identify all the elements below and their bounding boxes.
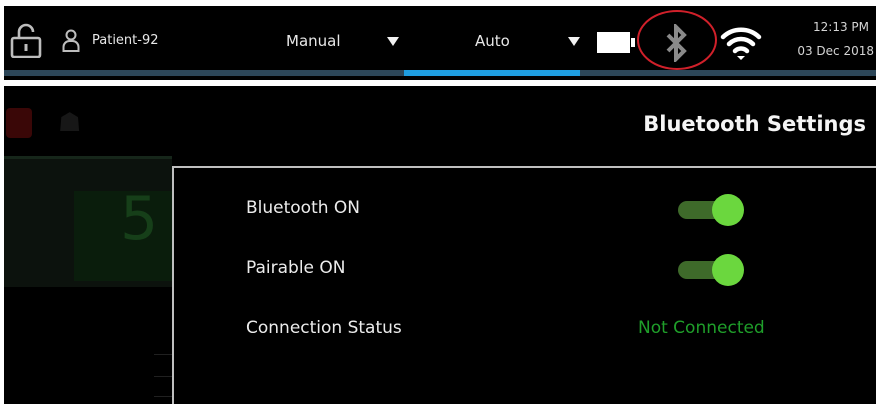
wifi-icon[interactable] bbox=[720, 23, 762, 61]
toggle-knob bbox=[712, 254, 744, 286]
page-title: Bluetooth Settings bbox=[643, 112, 866, 136]
scale-tick bbox=[154, 376, 172, 377]
bluetooth-settings-dialog: Bluetooth ON Pairable ON Connection Stat… bbox=[172, 166, 876, 404]
connection-status-label: Connection Status bbox=[246, 318, 402, 338]
lock-icon[interactable] bbox=[10, 22, 42, 58]
battery-icon bbox=[597, 32, 635, 53]
toggle-knob bbox=[712, 194, 744, 226]
tab-strip bbox=[4, 70, 876, 76]
pairable-on-toggle[interactable] bbox=[674, 254, 746, 286]
connection-status-value: Not Connected bbox=[638, 318, 765, 338]
scale-tick bbox=[154, 354, 172, 355]
scale-tick bbox=[154, 396, 172, 397]
screen: Patient-92 Manual Auto 12:13 PM 03 Dec 2… bbox=[4, 6, 876, 404]
mode-manual-label[interactable]: Manual bbox=[286, 32, 341, 50]
clock-time: 12:13 PM bbox=[813, 20, 869, 34]
alarm-icon bbox=[6, 108, 32, 138]
pairable-on-label: Pairable ON bbox=[246, 258, 346, 278]
bluetooth-highlight-circle bbox=[637, 10, 717, 70]
chevron-down-icon[interactable] bbox=[568, 37, 580, 46]
patient-name[interactable]: Patient-92 bbox=[92, 33, 159, 48]
person-icon: ☗ bbox=[58, 108, 82, 138]
mode-auto-label[interactable]: Auto bbox=[475, 32, 510, 50]
chevron-down-icon[interactable] bbox=[387, 37, 399, 46]
bluetooth-on-label: Bluetooth ON bbox=[246, 198, 361, 218]
clock-date: 03 Dec 2018 bbox=[797, 44, 874, 58]
top-bar: Patient-92 Manual Auto 12:13 PM 03 Dec 2… bbox=[4, 6, 876, 70]
bluetooth-on-toggle[interactable] bbox=[674, 194, 746, 226]
user-icon bbox=[62, 29, 80, 52]
tab-indicator-active bbox=[404, 70, 580, 76]
pressure-value: 5 bbox=[120, 184, 159, 254]
